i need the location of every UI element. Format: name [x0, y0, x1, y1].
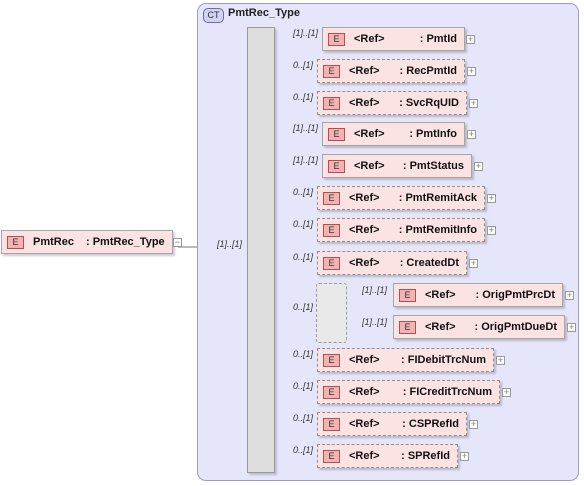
ref-label: <Ref>	[349, 257, 380, 269]
element-csprefid[interactable]: E <Ref> : CSPRefId	[317, 412, 467, 436]
element-pmtinfo[interactable]: E <Ref> : PmtInfo	[322, 122, 465, 146]
root-element-pmtrec[interactable]: E PmtRec : PmtRec_Type	[1, 230, 173, 254]
element-name: : SPRefId	[401, 450, 450, 462]
complex-type-name: PmtRec_Type	[228, 7, 300, 19]
element-name: : CSPRefId	[402, 418, 459, 430]
element-pmtremitinfo[interactable]: E <Ref> : PmtRemitInfo	[317, 218, 485, 242]
element-name: : OrigPmtDueDt	[474, 321, 558, 333]
ref-label: <Ref>	[349, 97, 380, 109]
element-name: : OrigPmtPrcDt	[475, 289, 555, 301]
collapse-toggle[interactable]: −	[173, 238, 182, 247]
element-origpmtduedt[interactable]: E <Ref> : OrigPmtDueDt	[393, 315, 565, 339]
expand-toggle[interactable]: +	[467, 130, 476, 139]
expand-toggle[interactable]: +	[469, 420, 478, 429]
complex-type-badge: CT	[203, 8, 224, 23]
cardinality-label: [1]..[1]	[293, 123, 319, 133]
element-name: : PmtInfo	[409, 128, 457, 140]
cardinality-label: 0..[1]	[293, 187, 314, 197]
ref-label: <Ref>	[349, 354, 380, 366]
element-recpmtid[interactable]: E <Ref> : RecPmtId	[317, 59, 465, 83]
element-pmtstatus[interactable]: E <Ref> : PmtStatus	[322, 154, 472, 178]
cardinality-label: 0..[1]	[293, 445, 314, 455]
cardinality-label: 0..[1]	[293, 92, 314, 102]
ref-label: <Ref>	[354, 128, 385, 140]
expand-toggle[interactable]: +	[469, 99, 478, 108]
element-badge: E	[323, 65, 340, 78]
expand-toggle[interactable]: +	[487, 194, 496, 203]
element-name: : RecPmtId	[399, 65, 457, 77]
ref-label: <Ref>	[354, 160, 385, 172]
element-badge: E	[323, 224, 340, 237]
element-name: : FICreditTrcNum	[402, 386, 492, 398]
element-badge: E	[323, 386, 340, 399]
element-badge: E	[399, 289, 416, 302]
root-element-type: : PmtRec_Type	[86, 236, 165, 248]
expand-toggle[interactable]: +	[502, 388, 511, 397]
element-ficredittrcnum[interactable]: E <Ref> : FICreditTrcNum	[317, 380, 500, 404]
ref-label: <Ref>	[425, 289, 456, 301]
expand-toggle[interactable]: +	[567, 323, 576, 332]
ref-label: <Ref>	[349, 386, 380, 398]
element-badge: E	[323, 192, 340, 205]
element-name: : CreatedDt	[399, 257, 459, 269]
element-badge: E	[7, 236, 24, 249]
element-badge: E	[323, 97, 340, 110]
choice-compositor-box[interactable]	[316, 283, 347, 343]
element-name: : PmtStatus	[402, 160, 464, 172]
element-badge: E	[328, 33, 345, 46]
cardinality-label: 0..[1]	[293, 252, 314, 262]
root-element-name: PmtRec	[33, 236, 74, 248]
element-badge: E	[323, 450, 340, 463]
element-fidebittrcnum[interactable]: E <Ref> : FIDebitTrcNum	[317, 348, 494, 372]
element-badge: E	[328, 128, 345, 141]
ref-label: <Ref>	[349, 418, 380, 430]
cardinality-label: [1]..[1]	[362, 317, 388, 327]
cardinality-label: 0..[1]	[293, 60, 314, 70]
expand-toggle[interactable]: +	[565, 291, 574, 300]
cardinality-label: [1]..[1]	[362, 285, 388, 295]
ref-label: <Ref>	[349, 224, 380, 236]
ref-label: <Ref>	[349, 192, 380, 204]
element-badge: E	[323, 418, 340, 431]
cardinality-label: 0..[1]	[293, 381, 314, 391]
element-name: : PmtId	[419, 33, 457, 45]
element-badge: E	[323, 354, 340, 367]
element-name: : FIDebitTrcNum	[401, 354, 486, 366]
element-name: : PmtRemitAck	[398, 192, 477, 204]
element-origpmtprcdt[interactable]: E <Ref> : OrigPmtPrcDt	[393, 283, 563, 307]
element-name: : PmtRemitInfo	[398, 224, 477, 236]
element-svcrquid[interactable]: E <Ref> : SvcRqUID	[317, 91, 467, 115]
root-cardinality: [1]..[1]	[217, 239, 243, 249]
cardinality-label: 0..[1]	[293, 413, 314, 423]
cardinality-label: 0..[1]	[293, 349, 314, 359]
expand-toggle[interactable]: +	[469, 259, 478, 268]
ref-label: <Ref>	[349, 65, 380, 77]
cardinality-label: 0..[1]	[293, 219, 314, 229]
element-createddt[interactable]: E <Ref> : CreatedDt	[317, 251, 467, 275]
cardinality-label: [1]..[1]	[293, 155, 319, 165]
expand-toggle[interactable]: +	[466, 35, 475, 44]
cardinality-label: [1]..[1]	[293, 28, 319, 38]
choice-cardinality: 0..[1]	[293, 302, 314, 312]
element-name: : SvcRqUID	[399, 97, 459, 109]
expand-toggle[interactable]: +	[474, 162, 483, 171]
element-badge: E	[399, 321, 416, 334]
ref-label: <Ref>	[425, 321, 456, 333]
expand-toggle[interactable]: +	[467, 67, 476, 76]
ref-label: <Ref>	[349, 450, 380, 462]
expand-toggle[interactable]: +	[487, 226, 496, 235]
ref-label: <Ref>	[354, 33, 385, 45]
expand-toggle[interactable]: +	[496, 356, 505, 365]
element-sprefid[interactable]: E <Ref> : SPRefId	[317, 444, 458, 468]
sequence-compositor-bar[interactable]	[247, 27, 275, 473]
element-badge: E	[323, 257, 340, 270]
element-pmtid[interactable]: E <Ref> : PmtId	[322, 27, 465, 51]
element-badge: E	[328, 160, 345, 173]
expand-toggle[interactable]: +	[460, 452, 469, 461]
element-pmtremitack[interactable]: E <Ref> : PmtRemitAck	[317, 186, 485, 210]
